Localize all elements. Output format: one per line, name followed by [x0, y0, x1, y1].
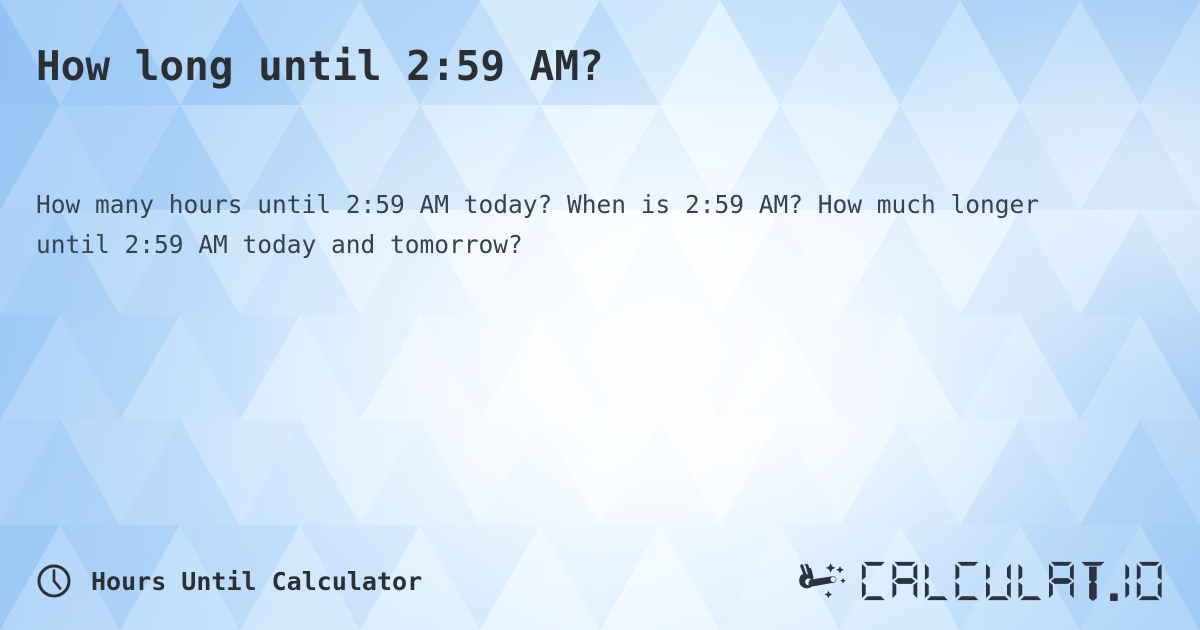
page-title: How long until 2:59 AM?	[36, 42, 604, 90]
page-subtitle: How many hours until 2:59 AM today? When…	[36, 190, 1040, 259]
footer-brand-left: Hours Until Calculator	[36, 563, 422, 599]
clock-icon	[37, 564, 71, 598]
footer-brand-left-label: Hours Until Calculator	[91, 566, 423, 596]
footer-brand-right[interactable]: CALCULAT.IO	[799, 559, 1164, 603]
card-content: How long until 2:59 AM? How many hours u…	[0, 0, 1200, 630]
calculatio-logo-wordmark: CALCULAT.IO	[862, 561, 1163, 602]
card-footer: Hours Until Calculator	[0, 538, 1200, 630]
og-image-card: How long until 2:59 AM? How many hours u…	[0, 0, 1200, 630]
magic-wand-hand-icon	[799, 563, 847, 599]
